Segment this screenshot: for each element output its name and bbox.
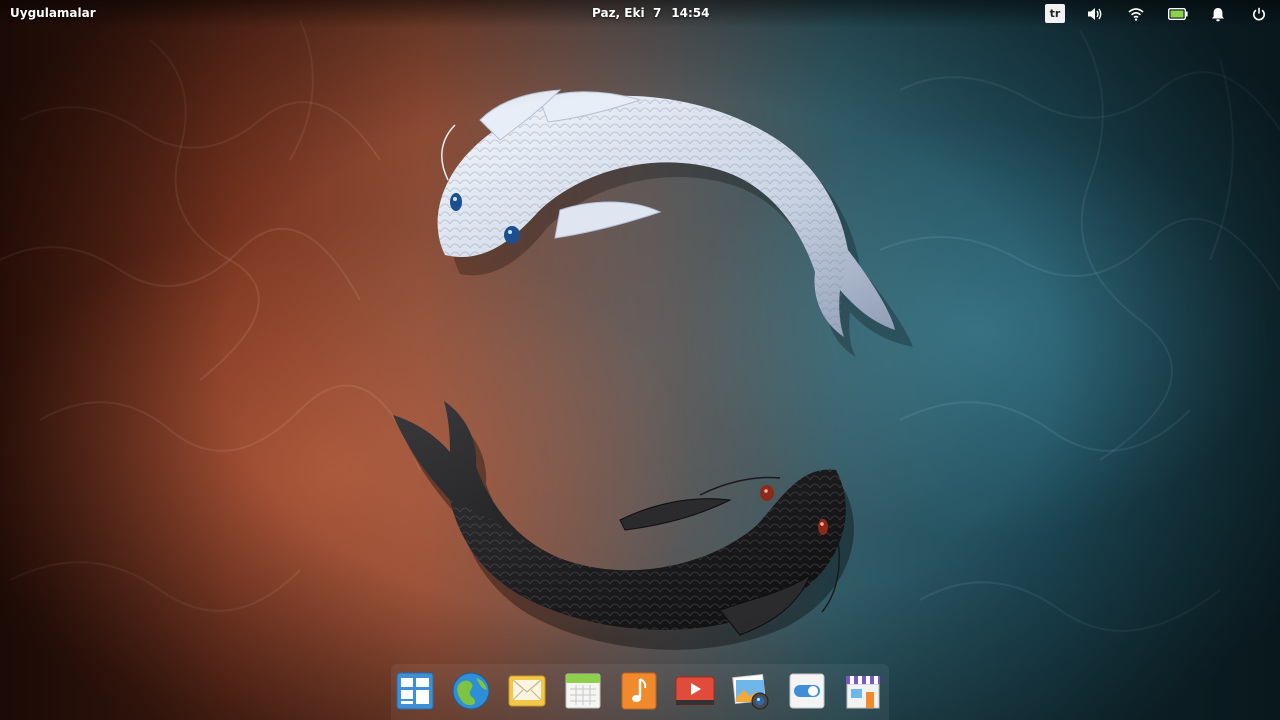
wifi-icon: [1128, 8, 1144, 21]
volume-icon: [1088, 8, 1102, 20]
datetime-indicator[interactable]: Paz, Eki 7 14:54: [592, 6, 710, 20]
dock-item-web-browser[interactable]: [450, 670, 492, 712]
battery-icon: [1168, 8, 1188, 20]
multitasking-icon: [396, 672, 434, 710]
photos-icon: [732, 673, 769, 710]
wallpaper-koi-image: [0, 19, 1280, 650]
volume-indicator[interactable]: [1085, 4, 1105, 24]
dock-item-music[interactable]: [618, 670, 660, 712]
dock-item-videos[interactable]: [674, 670, 716, 712]
dock-item-mail[interactable]: [506, 670, 548, 712]
power-indicator[interactable]: [1167, 4, 1189, 24]
mail-icon: [508, 675, 546, 707]
session-indicator[interactable]: [1249, 4, 1269, 24]
network-indicator[interactable]: [1126, 4, 1146, 24]
dock-item-calendar[interactable]: [562, 670, 604, 712]
store-icon: [846, 676, 880, 709]
dock-item-appcenter[interactable]: [842, 670, 884, 712]
dock-item-multitasking-view[interactable]: [394, 670, 436, 712]
bell-icon: [1212, 7, 1224, 21]
power-icon: [1253, 7, 1265, 21]
keyboard-layout-indicator[interactable]: tr: [1045, 4, 1065, 23]
date-label: Paz, Eki 7: [592, 6, 662, 20]
calendar-icon: [565, 673, 601, 709]
applications-menu-button[interactable]: Uygulamalar: [10, 6, 96, 20]
dock: [391, 664, 889, 720]
desktop[interactable]: Uygulamalar Paz, Eki 7 14:54 tr: [0, 0, 1280, 720]
notifications-indicator[interactable]: [1208, 4, 1228, 24]
globe-icon: [452, 672, 490, 710]
settings-toggle-icon: [789, 673, 825, 709]
dock-item-photos[interactable]: [730, 670, 772, 712]
time-label: 14:54: [671, 6, 710, 20]
dock-item-system-settings[interactable]: [786, 670, 828, 712]
music-icon: [621, 672, 657, 710]
video-player-icon: [675, 676, 715, 706]
top-panel: Uygulamalar Paz, Eki 7 14:54 tr: [0, 0, 1280, 28]
